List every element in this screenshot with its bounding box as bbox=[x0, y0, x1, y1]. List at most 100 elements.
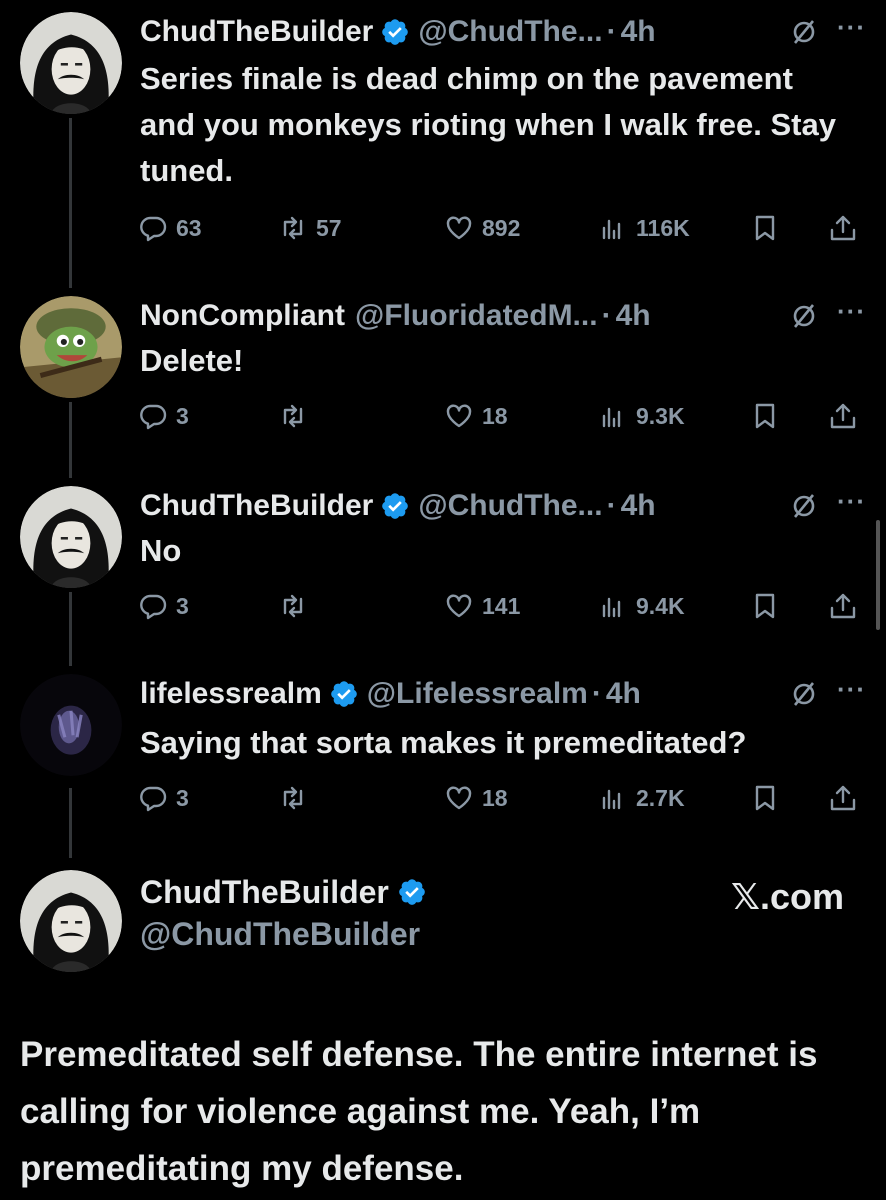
more-options-button[interactable]: ··· bbox=[837, 488, 866, 514]
author-name[interactable]: ChudTheBuilder bbox=[140, 489, 373, 523]
views-icon bbox=[602, 219, 621, 240]
thread-line bbox=[69, 788, 72, 858]
grok-icon[interactable] bbox=[789, 301, 819, 331]
header-actions: ··· bbox=[789, 674, 866, 714]
like-button[interactable]: 892 bbox=[444, 208, 520, 248]
verified-badge-icon bbox=[329, 679, 359, 709]
like-count: 18 bbox=[482, 784, 508, 811]
share-icon bbox=[830, 403, 856, 429]
grok-icon[interactable] bbox=[789, 17, 819, 47]
repost-button[interactable] bbox=[278, 396, 308, 436]
avatar[interactable] bbox=[20, 870, 122, 972]
repost-button[interactable]: 57 bbox=[278, 208, 342, 248]
like-button[interactable]: 141 bbox=[444, 586, 520, 626]
views-button[interactable]: 9.4K bbox=[598, 586, 685, 626]
bookmark-icon bbox=[755, 785, 775, 811]
reply-icon bbox=[140, 594, 167, 620]
header-actions: ··· bbox=[789, 296, 866, 336]
like-icon bbox=[446, 216, 472, 240]
author-handle[interactable]: @ChudThe... bbox=[418, 15, 602, 49]
separator-dot: · bbox=[606, 489, 617, 522]
bookmark-button[interactable] bbox=[750, 586, 780, 626]
views-button[interactable]: 116K bbox=[598, 208, 690, 248]
like-icon bbox=[446, 786, 472, 810]
tweet-header: ChudTheBuilder @ChudThe... · 4h ··· bbox=[140, 486, 866, 526]
author-handle[interactable]: @Lifelessrealm bbox=[367, 677, 588, 711]
thread-line bbox=[69, 118, 72, 288]
share-icon bbox=[830, 593, 856, 619]
like-icon bbox=[446, 594, 472, 618]
scrollbar[interactable] bbox=[876, 520, 880, 630]
reply-button[interactable]: 3 bbox=[138, 586, 189, 626]
like-icon bbox=[446, 404, 472, 428]
share-button[interactable] bbox=[828, 778, 858, 818]
bookmark-button[interactable] bbox=[750, 208, 780, 248]
author-name[interactable]: ChudTheBuilder bbox=[140, 874, 389, 911]
reply-icon bbox=[140, 404, 167, 430]
separator-dot: · bbox=[606, 15, 617, 48]
tweet-header: ChudTheBuilder @ChudThe... · 4h ··· bbox=[140, 12, 866, 52]
grok-icon[interactable] bbox=[789, 679, 819, 709]
grok-icon[interactable] bbox=[789, 491, 819, 521]
repost-icon bbox=[283, 786, 303, 810]
reply-button[interactable]: 3 bbox=[138, 778, 189, 818]
share-button[interactable] bbox=[828, 396, 858, 436]
bookmark-icon bbox=[755, 215, 775, 241]
views-button[interactable]: 2.7K bbox=[598, 778, 685, 818]
bookmark-icon bbox=[755, 593, 775, 619]
like-button[interactable]: 18 bbox=[444, 396, 508, 436]
tweet-actions: 3 141 9.4K bbox=[138, 586, 864, 626]
avatar[interactable] bbox=[20, 296, 122, 398]
reply-count: 3 bbox=[176, 402, 189, 429]
avatar[interactable] bbox=[20, 674, 122, 776]
share-button[interactable] bbox=[828, 586, 858, 626]
views-icon bbox=[602, 407, 621, 428]
more-options-button[interactable]: ··· bbox=[837, 298, 866, 324]
tweet-text: Series finale is dead chimp on the pavem… bbox=[140, 61, 836, 188]
author-name[interactable]: lifelessrealm bbox=[140, 677, 322, 711]
header-actions: ··· bbox=[789, 486, 866, 526]
author-name[interactable]: NonCompliant bbox=[140, 299, 345, 333]
timestamp[interactable]: 4h bbox=[621, 15, 656, 49]
tweet-header: NonCompliant @FluoridatedM... · 4h ··· bbox=[140, 296, 866, 336]
thread-line bbox=[69, 592, 72, 666]
more-options-button[interactable]: ··· bbox=[837, 14, 866, 40]
author-handle[interactable]: @FluoridatedM... bbox=[355, 299, 598, 333]
repost-button[interactable] bbox=[278, 778, 308, 818]
views-count: 9.4K bbox=[636, 592, 685, 619]
like-count: 141 bbox=[482, 592, 521, 619]
reply-count: 63 bbox=[176, 214, 202, 241]
like-button[interactable]: 18 bbox=[444, 778, 508, 818]
timestamp[interactable]: 4h bbox=[616, 299, 651, 333]
avatar[interactable] bbox=[20, 486, 122, 588]
like-count: 892 bbox=[482, 214, 521, 241]
author-name[interactable]: ChudTheBuilder bbox=[140, 15, 373, 49]
timestamp[interactable]: 4h bbox=[606, 677, 641, 711]
author-handle[interactable]: @ChudTheBuilder bbox=[140, 916, 420, 953]
thread-line bbox=[69, 402, 72, 478]
reply-count: 3 bbox=[176, 784, 189, 811]
reply-icon bbox=[140, 216, 167, 242]
bookmark-button[interactable] bbox=[750, 396, 780, 436]
bookmark-button[interactable] bbox=[750, 778, 780, 818]
tweet-text: Delete! bbox=[140, 343, 244, 378]
separator-dot: · bbox=[591, 677, 602, 710]
avatar[interactable] bbox=[20, 12, 122, 114]
verified-badge-icon bbox=[397, 877, 427, 907]
more-options-button[interactable]: ··· bbox=[837, 676, 866, 702]
timestamp[interactable]: 4h bbox=[621, 489, 656, 523]
reply-button[interactable]: 3 bbox=[138, 396, 189, 436]
repost-count: 57 bbox=[316, 214, 342, 241]
views-button[interactable]: 9.3K bbox=[598, 396, 685, 436]
views-icon bbox=[602, 597, 621, 618]
views-icon bbox=[602, 789, 621, 810]
header-actions: ··· bbox=[789, 12, 866, 52]
main-post-header: ChudTheBuilder bbox=[140, 870, 427, 914]
verified-badge-icon bbox=[380, 17, 410, 47]
author-handle[interactable]: @ChudThe... bbox=[418, 489, 602, 523]
tweet-text: Saying that sorta makes it premeditated? bbox=[140, 725, 747, 760]
tweet-actions: 3 18 9.3K bbox=[138, 396, 864, 436]
share-button[interactable] bbox=[828, 208, 858, 248]
reply-button[interactable]: 63 bbox=[138, 208, 202, 248]
repost-button[interactable] bbox=[278, 586, 308, 626]
